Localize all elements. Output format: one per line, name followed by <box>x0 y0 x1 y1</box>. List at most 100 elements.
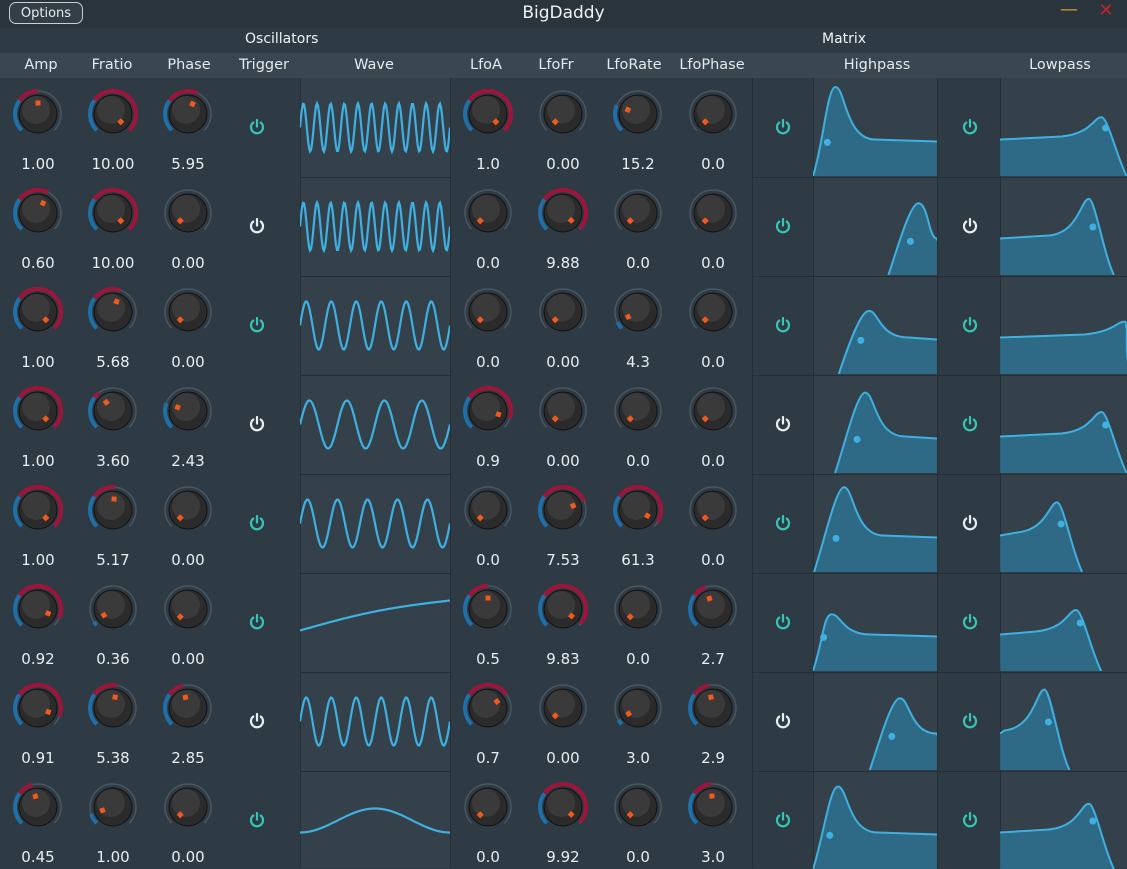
highpass-power-icon[interactable] <box>774 415 792 433</box>
lforate-knob[interactable] <box>612 781 664 833</box>
lfofr-knob[interactable] <box>537 484 589 536</box>
lfophase-knob[interactable] <box>687 484 739 536</box>
fratio-knob[interactable] <box>87 385 139 437</box>
lowpass-power-icon[interactable] <box>961 316 979 334</box>
trigger-power-icon[interactable] <box>248 415 266 433</box>
close-icon[interactable]: ✕ <box>1097 1 1115 21</box>
lfofr-knob[interactable] <box>537 682 589 734</box>
trigger-power-icon[interactable] <box>248 712 266 730</box>
lowpass-curve[interactable] <box>1000 476 1127 572</box>
lforate-knob[interactable] <box>612 484 664 536</box>
lfofr-knob[interactable] <box>537 781 589 833</box>
lowpass-curve[interactable] <box>1000 674 1127 770</box>
highpass-curve[interactable] <box>813 377 937 473</box>
lfophase-knob[interactable] <box>687 187 739 239</box>
amp-knob[interactable] <box>12 385 64 437</box>
lfoa-knob[interactable] <box>462 88 514 140</box>
lforate-knob[interactable] <box>612 88 664 140</box>
lowpass-curve[interactable] <box>1000 278 1127 374</box>
lowpass-curve[interactable] <box>1000 179 1127 275</box>
lowpass-curve[interactable] <box>1000 80 1127 176</box>
lfoa-knob[interactable] <box>462 484 514 536</box>
minimize-icon[interactable]: — <box>1060 1 1078 20</box>
lowpass-power-icon[interactable] <box>961 217 979 235</box>
phase-knob[interactable] <box>162 88 214 140</box>
lfophase-knob[interactable] <box>687 88 739 140</box>
highpass-power-icon[interactable] <box>774 811 792 829</box>
lfofr-knob[interactable] <box>537 88 589 140</box>
trigger-power-icon[interactable] <box>248 316 266 334</box>
lfoa-knob[interactable] <box>462 187 514 239</box>
lfophase-knob[interactable] <box>687 385 739 437</box>
highpass-curve[interactable] <box>813 179 937 275</box>
amp-knob[interactable] <box>12 682 64 734</box>
highpass-curve[interactable] <box>813 575 937 671</box>
fratio-knob[interactable] <box>87 781 139 833</box>
lfofr-knob[interactable] <box>537 286 589 338</box>
phase-knob[interactable] <box>162 682 214 734</box>
lforate-knob[interactable] <box>612 286 664 338</box>
lowpass-curve[interactable] <box>1000 773 1127 869</box>
lowpass-power-icon[interactable] <box>961 118 979 136</box>
amp-knob[interactable] <box>12 187 64 239</box>
phase-knob[interactable] <box>162 187 214 239</box>
trigger-power-icon[interactable] <box>248 118 266 136</box>
lowpass-power-icon[interactable] <box>961 811 979 829</box>
section-oscillators: Oscillators <box>245 31 319 47</box>
highpass-curve[interactable] <box>813 80 937 176</box>
fratio-knob[interactable] <box>87 682 139 734</box>
highpass-power-icon[interactable] <box>774 712 792 730</box>
highpass-curve[interactable] <box>813 773 937 869</box>
lfophase-knob[interactable] <box>687 682 739 734</box>
trigger-power-icon[interactable] <box>248 514 266 532</box>
lfoa-knob[interactable] <box>462 286 514 338</box>
trigger-power-icon[interactable] <box>248 613 266 631</box>
amp-knob[interactable] <box>12 484 64 536</box>
lfofr-knob[interactable] <box>537 187 589 239</box>
lfofr-knob[interactable] <box>537 583 589 635</box>
fratio-knob[interactable] <box>87 187 139 239</box>
highpass-curve[interactable] <box>813 674 937 770</box>
lforate-knob[interactable] <box>612 583 664 635</box>
amp-knob[interactable] <box>12 88 64 140</box>
highpass-power-icon[interactable] <box>774 514 792 532</box>
phase-knob[interactable] <box>162 286 214 338</box>
lfophase-knob[interactable] <box>687 286 739 338</box>
lfoa-knob[interactable] <box>462 781 514 833</box>
amp-knob[interactable] <box>12 781 64 833</box>
highpass-power-icon[interactable] <box>774 613 792 631</box>
lforate-knob[interactable] <box>612 682 664 734</box>
fratio-knob[interactable] <box>87 484 139 536</box>
lfofr-knob[interactable] <box>537 385 589 437</box>
lforate-knob[interactable] <box>612 187 664 239</box>
lfophase-knob[interactable] <box>687 781 739 833</box>
lowpass-power-icon[interactable] <box>961 514 979 532</box>
highpass-power-icon[interactable] <box>774 217 792 235</box>
highpass-curve[interactable] <box>813 476 937 572</box>
lowpass-power-icon[interactable] <box>961 613 979 631</box>
lfoa-knob[interactable] <box>462 682 514 734</box>
fratio-knob[interactable] <box>87 286 139 338</box>
highpass-curve[interactable] <box>813 278 937 374</box>
amp-knob[interactable] <box>12 583 64 635</box>
lowpass-power-icon[interactable] <box>961 415 979 433</box>
phase-knob[interactable] <box>162 583 214 635</box>
trigger-power-icon[interactable] <box>248 217 266 235</box>
lfoa-knob[interactable] <box>462 583 514 635</box>
lforate-knob[interactable] <box>612 385 664 437</box>
amp-value: 1.00 <box>21 155 55 173</box>
highpass-power-icon[interactable] <box>774 316 792 334</box>
trigger-power-icon[interactable] <box>248 811 266 829</box>
lowpass-curve[interactable] <box>1000 575 1127 671</box>
highpass-power-icon[interactable] <box>774 118 792 136</box>
phase-knob[interactable] <box>162 781 214 833</box>
phase-knob[interactable] <box>162 385 214 437</box>
lfophase-knob[interactable] <box>687 583 739 635</box>
phase-knob[interactable] <box>162 484 214 536</box>
fratio-knob[interactable] <box>87 583 139 635</box>
lowpass-curve[interactable] <box>1000 377 1127 473</box>
lfoa-knob[interactable] <box>462 385 514 437</box>
amp-knob[interactable] <box>12 286 64 338</box>
lowpass-power-icon[interactable] <box>961 712 979 730</box>
fratio-knob[interactable] <box>87 88 139 140</box>
